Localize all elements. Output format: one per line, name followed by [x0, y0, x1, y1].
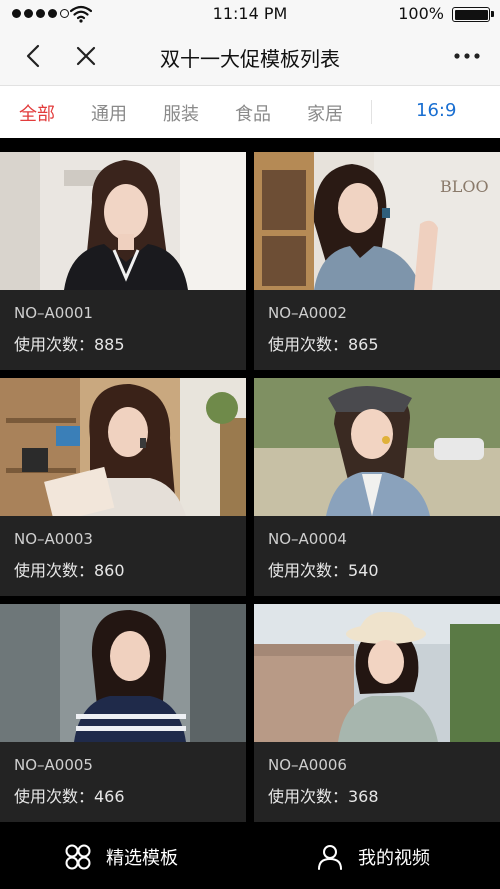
tab-home[interactable]: 家居	[307, 100, 343, 126]
template-use-count: 使用次数：466	[14, 787, 125, 806]
my-videos-label: 我的视频	[358, 848, 430, 869]
nav-bar: 双十一大促模板列表	[0, 28, 500, 86]
user-icon	[318, 845, 342, 870]
template-card[interactable]: NO–A0004 使用次数：540	[254, 378, 500, 596]
svg-text:BLOO: BLOO	[440, 177, 489, 196]
template-code: NO–A0003	[14, 530, 93, 548]
template-thumbnail	[254, 604, 500, 742]
my-videos-button[interactable]: 我的视频	[316, 825, 430, 889]
more-icon[interactable]	[452, 42, 482, 70]
template-thumbnail	[0, 604, 246, 742]
template-card[interactable]: NO–A0001 使用次数：885	[0, 152, 246, 370]
template-use-count: 使用次数：885	[14, 335, 125, 354]
tab-all[interactable]: 全部	[19, 100, 55, 126]
bottom-nav: 精选模板 我的视频	[0, 825, 500, 889]
template-code: NO–A0001	[14, 304, 93, 322]
template-use-count: 使用次数：860	[14, 561, 125, 580]
template-code: NO–A0006	[268, 756, 347, 774]
battery-percent: 100%	[398, 4, 444, 23]
template-card[interactable]: NO–A0005 使用次数：466	[0, 604, 246, 822]
page-title: 双十一大促模板列表	[160, 47, 340, 71]
template-card[interactable]: BLOO NO–A0002 使用次数：865	[254, 152, 500, 370]
template-thumbnail	[0, 152, 246, 290]
template-code: NO–A0002	[268, 304, 347, 322]
template-use-count: 使用次数：368	[268, 787, 379, 806]
template-code: NO–A0005	[14, 756, 93, 774]
template-thumbnail	[254, 378, 500, 516]
tab-general[interactable]: 通用	[91, 100, 127, 126]
template-thumbnail: BLOO	[254, 152, 500, 290]
template-thumbnail	[0, 378, 246, 516]
template-code: NO–A0004	[268, 530, 347, 548]
featured-templates-label: 精选模板	[106, 848, 178, 869]
tab-divider	[371, 100, 372, 124]
template-use-count: 使用次数：540	[268, 561, 379, 580]
template-card[interactable]: NO–A0006 使用次数：368	[254, 604, 500, 822]
category-tabs: 全部 通用 服装 食品 家居 16:9	[0, 86, 500, 138]
grid-icon	[65, 844, 91, 870]
tab-food[interactable]: 食品	[235, 100, 271, 126]
battery-icon	[452, 7, 494, 22]
aspect-ratio-toggle[interactable]: 16:9	[416, 100, 456, 121]
template-card[interactable]: NO–A0003 使用次数：860	[0, 378, 246, 596]
status-bar: 11:14 PM 100%	[0, 0, 500, 28]
tab-clothing[interactable]: 服装	[163, 100, 199, 126]
featured-templates-button[interactable]: 精选模板	[64, 825, 178, 889]
template-use-count: 使用次数：865	[268, 335, 379, 354]
